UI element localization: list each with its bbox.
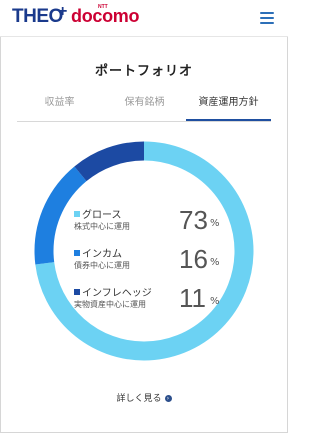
legend-swatch (74, 289, 80, 295)
docomo-logo: docomo (71, 6, 140, 26)
legend-swatch (74, 250, 80, 256)
legend-value: 16 (179, 244, 208, 274)
theo-logo: THEO (12, 6, 63, 27)
legend-description: 実物資産中心に運用 (74, 300, 146, 309)
legend-label: グロース (82, 210, 122, 221)
tab-investment-policy[interactable]: 資産運用方針 (186, 94, 271, 121)
legend-value: 11 (179, 283, 206, 313)
legend-swatch (74, 211, 80, 217)
legend-unit: % (210, 296, 220, 307)
tab-holdings[interactable]: 保有銘柄 (102, 94, 187, 120)
legend-value: 73 (179, 205, 208, 235)
legend-unit: % (210, 218, 220, 229)
legend-description: 株式中心に運用 (74, 222, 130, 231)
legend-unit: % (210, 257, 220, 268)
legend-item-growth: グロース 株式中心に運用 73 % (74, 205, 224, 241)
tab-returns[interactable]: 収益率 (17, 94, 102, 120)
chevron-right-circle-icon: › (164, 395, 172, 402)
legend-item-inflation-hedge: インフレヘッジ 実物資産中心に運用 11 % (74, 283, 224, 319)
page-title: ポートフォリオ (94, 64, 193, 79)
legend-description: 債券中心に運用 (74, 261, 130, 270)
theo-logo-plus: + (58, 3, 68, 20)
legend-item-income: インカム 債券中心に運用 16 % (74, 244, 224, 280)
app-header: THEO + NTT docomo (0, 0, 288, 37)
see-details-link[interactable]: 詳しく見る › (0, 391, 288, 404)
legend-label: インフレヘッジ (82, 288, 152, 299)
hamburger-menu-icon[interactable] (260, 12, 274, 24)
see-details-label: 詳しく見る (116, 394, 162, 404)
tab-bar: 収益率 保有銘柄 資産運用方針 (17, 94, 271, 122)
legend-label: インカム (82, 249, 122, 260)
